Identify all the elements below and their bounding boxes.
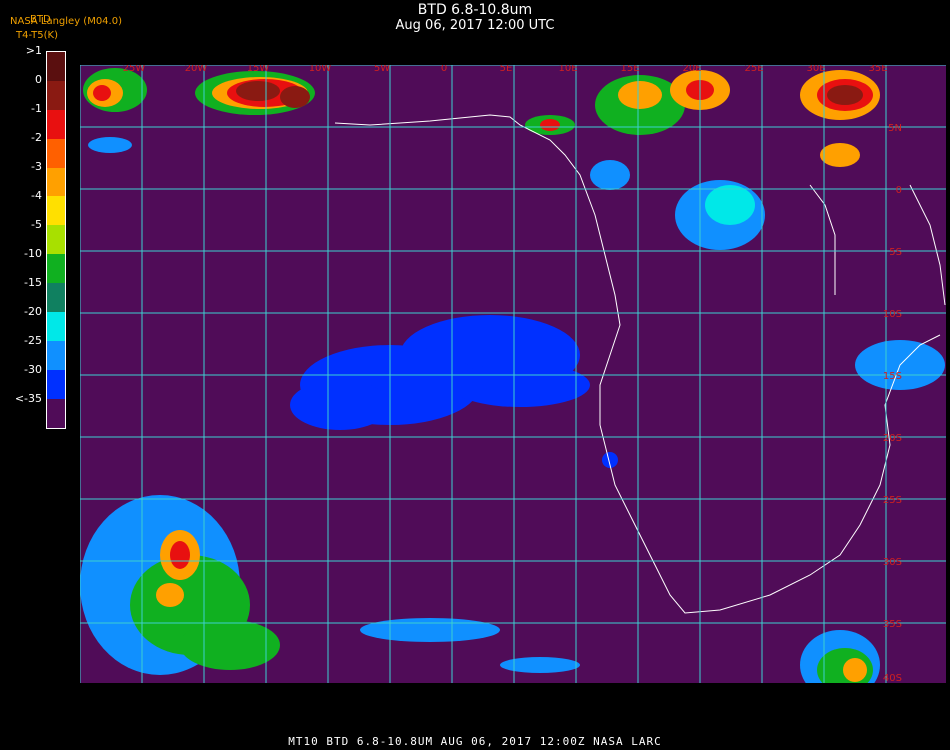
latitude-label: 5S xyxy=(889,247,902,258)
longitude-label: 35E xyxy=(868,65,887,74)
longitude-label: 5W xyxy=(374,65,390,74)
latitude-label: 25S xyxy=(883,495,902,506)
longitude-label: 10W xyxy=(309,65,332,74)
latitude-label: 10S xyxy=(883,309,902,320)
colorbar-label: <-35 xyxy=(14,392,42,405)
longitude-label: 20W xyxy=(185,65,208,74)
colorbar-swatch xyxy=(47,312,65,341)
map-title: BTD 6.8-10.8um xyxy=(417,2,533,18)
colorbar-swatch xyxy=(47,167,65,197)
colorbar-swatch xyxy=(47,283,65,313)
longitude-label: 20E xyxy=(682,65,701,74)
colorbar-swatch xyxy=(47,254,65,284)
latitude-label: 5N xyxy=(888,123,902,134)
latitude-label: 20S xyxy=(883,433,902,444)
colorbar-label: -25 xyxy=(24,334,42,347)
latitude-label: 40S xyxy=(883,673,902,683)
longitude-label: 15W xyxy=(247,65,270,74)
colorbar-label: -2 xyxy=(31,131,42,144)
credit-label: NASA Langley (M04.0) xyxy=(10,16,122,27)
colorbar-swatch xyxy=(47,52,65,81)
colorbar-swatch xyxy=(47,340,65,370)
longitude-label: 25W xyxy=(123,65,146,74)
colorbar-label: -15 xyxy=(24,276,42,289)
latitude-label: 0 xyxy=(896,185,902,196)
colorbar-label: -3 xyxy=(31,160,42,173)
colorbar-swatch xyxy=(47,80,65,110)
colorbar-label: >1 xyxy=(25,44,42,57)
longitude-label: 10E xyxy=(558,65,577,74)
variable-label: BTD xyxy=(30,14,51,25)
colorbar-swatch xyxy=(47,225,65,255)
colorbar-label: -30 xyxy=(24,363,42,376)
latitude-label: 35S xyxy=(883,619,902,630)
colorbar-swatch xyxy=(47,398,65,428)
colorbar-label: -20 xyxy=(24,305,42,318)
longitude-label: 0 xyxy=(441,65,447,74)
colorbar-swatch xyxy=(47,196,65,226)
colorbar-swatch xyxy=(47,369,65,399)
satellite-map: 25W 20W 15W 10W 5W 0 5E 10E 15E 20E 25E 30E 35E 5N 0 5S… xyxy=(80,65,946,683)
colorbar xyxy=(46,51,66,429)
longitude-label: 25E xyxy=(744,65,763,74)
colorbar-label: -10 xyxy=(24,247,42,260)
colorbar-label: -4 xyxy=(31,189,42,202)
colorbar-label: 0 xyxy=(35,73,42,86)
colorbar-swatch xyxy=(47,138,65,168)
colorbar-label: -1 xyxy=(31,102,42,115)
colorbar-label: -5 xyxy=(31,218,42,231)
units-label: T4-T5(K) xyxy=(16,30,58,41)
colorbar-swatch xyxy=(47,109,65,139)
map-subtitle: Aug 06, 2017 12:00 UTC xyxy=(395,18,555,33)
footer-caption: MT10 BTD 6.8-10.8UM AUG 06, 2017 12:00Z … xyxy=(288,735,662,748)
latitude-label: 30S xyxy=(883,557,902,568)
longitude-label: 30E xyxy=(806,65,825,74)
latitude-label: 15S xyxy=(883,371,902,382)
longitude-label: 15E xyxy=(620,65,639,74)
longitude-label: 5E xyxy=(500,65,513,74)
